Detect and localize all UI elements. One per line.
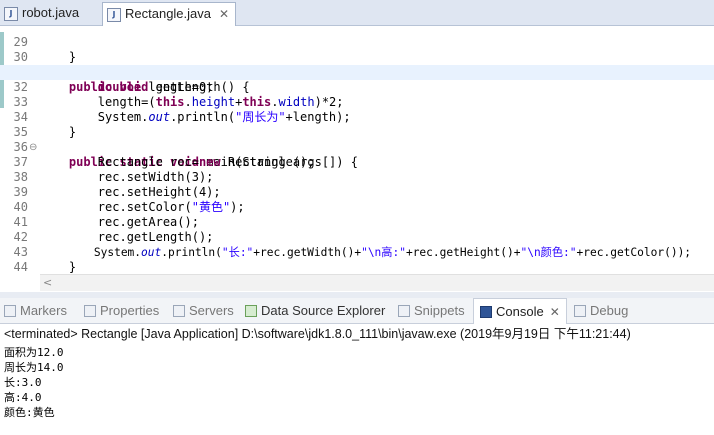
tab-label: Console <box>496 304 544 319</box>
scroll-left-icon[interactable]: < <box>43 275 52 291</box>
java-file-icon: J <box>107 7 121 22</box>
java-file-icon: J <box>4 6 18 21</box>
debug-icon <box>574 305 586 317</box>
close-tab-icon[interactable]: ✕ <box>219 7 229 21</box>
console-output-line: 周长为14.0 <box>4 361 64 374</box>
code-line: 33 System.out.println("周长为"+length); <box>0 80 714 124</box>
tab-debug[interactable]: Debug <box>574 298 628 323</box>
code-line: 43 } <box>0 230 714 274</box>
code-line: 40 rec.getArea(); <box>0 185 714 229</box>
tab-servers[interactable]: Servers <box>173 298 234 323</box>
code-line: 35 ⊖ public static void main(String args… <box>0 110 714 169</box>
code-line: 37 rec.setWidth(3); <box>0 140 714 184</box>
console-status: <terminated> Rectangle [Java Application… <box>4 327 631 341</box>
tab-rectangle-java[interactable]: J Rectangle.java ✕ <box>102 2 236 26</box>
view-tab-bar: Markers Properties Servers Data Source E… <box>0 298 714 324</box>
code-line: 31 double length=0; <box>0 50 714 94</box>
tab-properties[interactable]: Properties <box>84 298 159 323</box>
code-line-current: 32 length=(this.height+this.width)*2; <box>0 65 714 109</box>
code-line: 34 } <box>0 95 714 139</box>
tab-label: Properties <box>100 303 160 318</box>
tab-label: Servers <box>189 303 234 318</box>
tab-label: robot.java <box>22 5 80 20</box>
tab-markers[interactable]: Markers <box>4 298 67 323</box>
tab-label: Rectangle.java <box>125 6 211 21</box>
console-output-line: 面积为12.0 <box>4 346 64 359</box>
close-tab-icon[interactable]: ✕ <box>550 305 560 319</box>
code-line: 29 } <box>0 26 714 64</box>
markers-icon <box>4 305 16 317</box>
snippets-icon <box>398 305 410 317</box>
tab-label: Snippets <box>414 303 465 318</box>
code-line: 30 ⊖ public void getLength() { <box>0 35 714 94</box>
editor-tab-bar: Jrobot.java J Rectangle.java ✕ <box>0 0 714 26</box>
tab-label: Debug <box>590 303 629 318</box>
tab-snippets[interactable]: Snippets <box>398 298 465 323</box>
code-line: 45 <box>0 260 714 274</box>
code-line: 41 rec.getLength(); <box>0 200 714 244</box>
tab-data-source-explorer[interactable]: Data Source Explorer <box>245 298 385 323</box>
database-icon <box>245 305 257 317</box>
tab-label: Markers <box>20 303 67 318</box>
console-output-line: 颜色:黄色 <box>4 406 55 419</box>
code-line: 39 rec.setColor("黄色"); <box>0 170 714 214</box>
tab-console[interactable]: Console ✕ <box>473 298 567 324</box>
code-editor[interactable]: 29 } 30 ⊖ public void getLength() { 31 d… <box>0 26 714 274</box>
tab-label: Data Source Explorer <box>261 303 386 318</box>
code-line: 42 System.out.println("长:"+rec.getWidth(… <box>0 215 714 259</box>
properties-icon <box>84 305 96 317</box>
code-line: 44 } <box>0 245 714 274</box>
code-line: 38 rec.setHeight(4); <box>0 155 714 199</box>
code-line: 36 Rectangle rec=new Rectangle(); <box>0 125 714 169</box>
console-icon <box>480 306 492 318</box>
horizontal-scrollbar[interactable]: < <box>40 274 714 291</box>
console-output-line: 高:4.0 <box>4 391 42 404</box>
tab-robot-java[interactable]: Jrobot.java <box>0 2 100 24</box>
servers-icon <box>173 305 185 317</box>
console-output-line: 长:3.0 <box>4 376 42 389</box>
